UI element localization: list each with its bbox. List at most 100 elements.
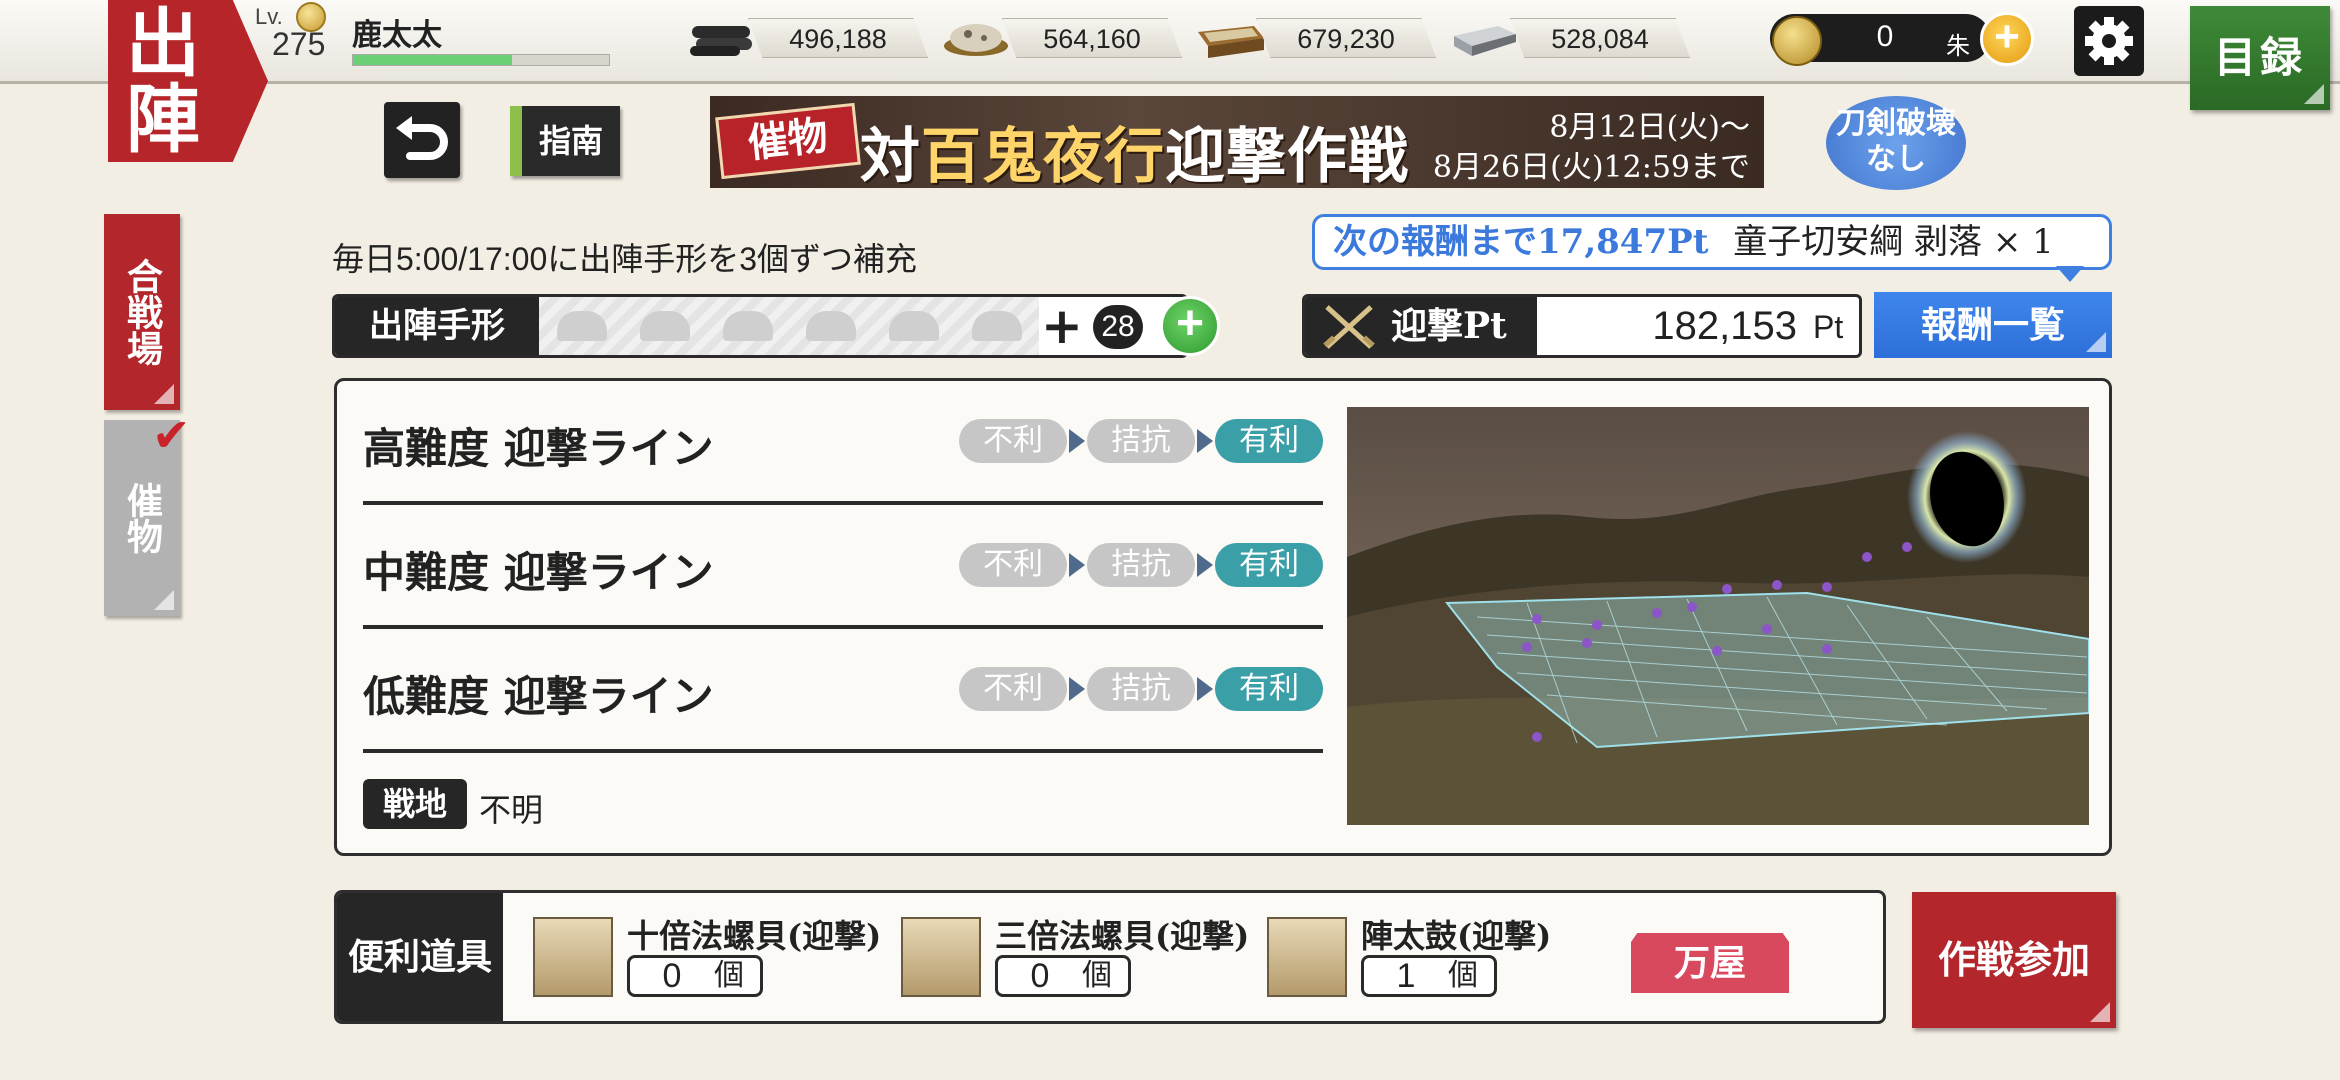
sortie-pass-slots [539, 297, 1039, 355]
banner-title-prefix: 対 [860, 122, 921, 188]
item-quantity-value: 0 [1030, 957, 1050, 995]
exp-bar-fill [353, 55, 512, 65]
interception-points-value: 182,153 [1652, 304, 1797, 348]
corner-fold [154, 590, 174, 610]
items-label: 便利道具 [337, 893, 503, 1021]
battlefield-tag: 戦地 [363, 779, 467, 829]
banner-event-tag: 催物 [715, 102, 861, 180]
item-quantity-unit: 個 [1448, 958, 1478, 993]
corner-fold [2086, 332, 2106, 352]
charcoal-icon [690, 26, 752, 56]
steel-icon [1454, 26, 1516, 56]
status-even: 拮抗 [1087, 419, 1195, 463]
status-track: 不利 拮抗 有利 [959, 543, 1323, 587]
arrow-right-icon [1069, 677, 1085, 701]
plus-icon: + [1041, 297, 1083, 355]
return-arrow-icon [396, 116, 448, 160]
catalog-label: 目録 [2213, 33, 2306, 82]
checkmark-icon: ✔ [152, 408, 191, 462]
status-unfavorable: 不利 [959, 543, 1067, 587]
items-bar: 便利道具 十倍法螺貝(迎撃) 0 個 三倍法螺貝(迎撃) 0 個 陣太鼓(迎撃)… [334, 890, 1886, 1024]
reward-list-button[interactable]: 報酬一覧 [1874, 292, 2112, 358]
no-sword-break-label: 刀剣破壊なし [1836, 106, 1956, 177]
tab-battlefield-label: 合戦場 [121, 258, 163, 366]
resource-cooling: 679,230 [1194, 16, 1444, 60]
item-name: 十倍法螺貝(迎撃) [627, 917, 882, 955]
line-row-low[interactable]: 低難度 迎撃ライン 不利 拮抗 有利 [363, 629, 1323, 753]
settings-button[interactable] [2074, 6, 2144, 76]
item-quantity-unit: 個 [714, 958, 744, 993]
tab-battlefield[interactable]: 合戦場 [104, 214, 180, 410]
interception-points-unit: Pt [1813, 309, 1844, 345]
battlefield-value: 不明 [479, 792, 544, 828]
status-even: 拮抗 [1087, 543, 1195, 587]
interception-points-text: 迎撃Pt [1391, 305, 1507, 347]
line-title: 高難度 迎撃ライン [363, 424, 714, 473]
corner-fold [154, 384, 174, 404]
corner-fold [2304, 84, 2324, 104]
sortie-pass-slot-icon [640, 311, 690, 341]
pass-refill-text: 毎日5:00/17:00に出陣手形を3個ずつ補充 [332, 241, 918, 277]
reward-list-label: 報酬一覧 [1920, 304, 2065, 346]
add-pass-button[interactable]: + [1160, 296, 1220, 356]
bubble-tail [2056, 266, 2084, 282]
status-favorable: 有利 [1215, 419, 1323, 463]
cooling-material-value: 679,230 [1256, 18, 1436, 58]
shop-label: 万屋 [1673, 942, 1746, 984]
cooling-material-icon [1198, 26, 1264, 58]
sortie-tab-label: 出陣 [126, 1, 200, 163]
koban-unit: 朱 [1946, 32, 1970, 60]
gear-icon [2085, 17, 2133, 65]
catalog-button[interactable]: 目録 [2190, 6, 2330, 110]
guide-button[interactable]: 指南 [510, 106, 620, 176]
banner-date-end: 8月26日(火)12:59まで [1432, 150, 1750, 185]
crossed-swords-icon [1323, 305, 1375, 349]
interception-points-label: 迎撃Pt [1305, 297, 1537, 355]
conch-shell-icon [901, 917, 981, 997]
item-quantity: 1 個 [1361, 955, 1497, 997]
line-row-high[interactable]: 高難度 迎撃ライン 不利 拮抗 有利 [363, 381, 1323, 505]
interception-panel: 高難度 迎撃ライン 不利 拮抗 有利 中難度 迎撃ライン 不利 拮抗 有利 低難… [334, 378, 2112, 856]
koban-value: 0 [1876, 20, 1894, 53]
battlefield-map-illustration [1347, 407, 2089, 825]
event-banner[interactable]: 催物 対百鬼夜行迎撃作戦 8月12日(火)〜 8月26日(火)12:59まで [710, 96, 1764, 188]
status-favorable: 有利 [1215, 543, 1323, 587]
arrow-right-icon [1069, 553, 1085, 577]
whetstone-icon [944, 24, 1008, 56]
item-quantity: 0 個 [995, 955, 1131, 997]
koban-add-button[interactable]: + [1980, 12, 2034, 66]
sortie-pass-slot-icon [723, 311, 773, 341]
koban-coin-icon [1772, 16, 1822, 66]
no-sword-break-badge: 刀剣破壊なし [1826, 96, 1966, 190]
line-title: 低難度 迎撃ライン [363, 672, 714, 721]
arrow-right-icon [1197, 553, 1213, 577]
banner-title-highlight: 百鬼夜行 [921, 122, 1165, 188]
sortie-pass-bar: 出陣手形 + 28 [332, 294, 1188, 358]
back-button[interactable] [384, 102, 460, 178]
battlefield-map-image [1347, 407, 2089, 825]
status-favorable: 有利 [1215, 667, 1323, 711]
resource-whetstone: 564,160 [940, 16, 1190, 60]
join-operation-button[interactable]: 作戦参加 [1912, 892, 2116, 1028]
level-value: 275 [272, 26, 326, 62]
steel-value: 528,084 [1510, 18, 1690, 58]
player-name: 鹿太太 [352, 18, 442, 53]
arrow-right-icon [1197, 677, 1213, 701]
line-row-medium[interactable]: 中難度 迎撃ライン 不利 拮抗 有利 [363, 505, 1323, 629]
next-reward-points: 次の報酬まで17,847Pt [1333, 222, 1709, 262]
status-even: 拮抗 [1087, 667, 1195, 711]
tab-event-label: 催物 [121, 482, 163, 554]
resource-steel: 528,084 [1448, 16, 1698, 60]
status-track: 不利 拮抗 有利 [959, 419, 1323, 463]
line-title: 中難度 迎撃ライン [363, 548, 714, 597]
status-track: 不利 拮抗 有利 [959, 667, 1323, 711]
sortie-pass-slot-icon [557, 311, 607, 341]
item-quantity-value: 1 [1396, 957, 1416, 995]
war-drum-icon [1267, 917, 1347, 997]
resource-charcoal: 496,188 [686, 16, 936, 60]
banner-date-start: 8月12日(火)〜 [1549, 110, 1750, 145]
shop-button[interactable]: 万屋 [1631, 933, 1789, 993]
sortie-pass-slot-icon [972, 311, 1022, 341]
conch-shell-icon [533, 917, 613, 997]
banner-title: 対百鬼夜行迎撃作戦 [860, 108, 1409, 188]
